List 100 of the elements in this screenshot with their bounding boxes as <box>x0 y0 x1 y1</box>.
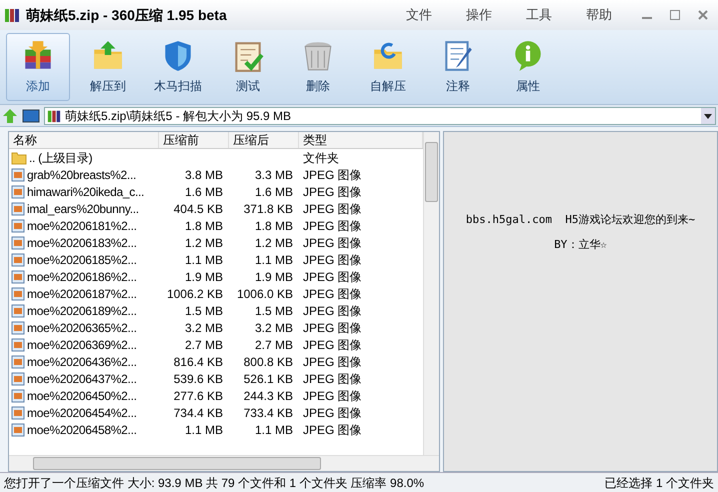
type-cell: JPEG 图像 <box>303 218 362 232</box>
file-name[interactable]: himawari%20ikeda_c... <box>27 184 144 200</box>
size-before-cell: 2.7 MB <box>184 338 223 352</box>
menu-item[interactable]: 帮助 <box>586 5 612 25</box>
file-name[interactable]: moe%20206450%2... <box>27 388 137 404</box>
size-after-cell: 1.1 MB <box>254 252 293 266</box>
size-before-cell: 816.4 KB <box>174 354 223 368</box>
size-before-cell: 3.2 MB <box>184 320 223 334</box>
image-file-icon <box>11 252 25 266</box>
size-before-cell: 1.5 MB <box>184 304 223 318</box>
file-name[interactable]: grab%20breasts%2... <box>27 166 136 182</box>
file-name[interactable]: moe%20206369%2... <box>27 336 137 352</box>
size-after-cell: 1.2 MB <box>254 236 293 250</box>
type-cell: JPEG 图像 <box>303 202 362 216</box>
toolbar-button[interactable]: 木马扫描 <box>146 33 210 101</box>
address-field[interactable]: 萌妹纸5.zip\萌妹纸5 - 解包大小为 95.9 MB <box>44 106 716 124</box>
column-header[interactable]: 压缩前 <box>159 132 229 148</box>
image-file-icon <box>11 320 25 334</box>
size-after-cell: 1006.0 KB <box>236 286 293 300</box>
toolbar-button[interactable]: 解压到 <box>76 33 140 101</box>
desktop-icon[interactable] <box>22 108 40 124</box>
size-before-cell: 734.4 KB <box>174 406 223 420</box>
file-name[interactable]: imal_ears%20bunny... <box>27 200 139 216</box>
image-file-icon <box>11 338 25 352</box>
size-after-cell: 2.7 MB <box>254 338 293 352</box>
size-after-cell: 3.2 MB <box>254 320 293 334</box>
size-before-cell: 1.2 MB <box>184 236 223 250</box>
image-file-icon <box>11 422 25 436</box>
type-cell: JPEG 图像 <box>303 372 362 386</box>
comment-text: BY：立华☆ <box>554 236 607 252</box>
size-before-cell: 1.9 MB <box>184 270 223 284</box>
vertical-scrollbar[interactable] <box>423 132 439 455</box>
status-text: 您打开了一个压缩文件 大小: 93.9 MB 共 79 个文件和 1 个文件夹 压缩率 98.0% <box>4 474 424 492</box>
size-before-cell: 1.1 MB <box>184 252 223 266</box>
file-name[interactable]: moe%20206454%2... <box>27 404 137 420</box>
size-after-cell: 3.3 MB <box>254 168 293 182</box>
menu-item[interactable]: 工具 <box>526 5 552 25</box>
file-name[interactable]: moe%20206187%2... <box>27 286 137 302</box>
archive-icon <box>4 7 20 23</box>
archive-icon <box>47 108 61 122</box>
size-before-cell: 539.6 KB <box>174 372 223 386</box>
window-title: 萌妹纸5.zip - 360压缩 1.95 beta <box>26 6 227 25</box>
image-file-icon <box>11 304 25 318</box>
toolbar-button[interactable]: 添加 <box>6 33 70 101</box>
file-name[interactable]: moe%20206183%2... <box>27 234 137 250</box>
toolbar-button[interactable]: 属性 <box>496 33 560 101</box>
file-name[interactable]: .. (上级目录) <box>29 150 92 166</box>
file-name[interactable]: moe%20206365%2... <box>27 320 137 336</box>
size-after-cell: 1.6 MB <box>254 184 293 198</box>
type-cell: 文件夹 <box>303 150 339 164</box>
file-name[interactable]: moe%20206189%2... <box>27 302 137 318</box>
file-name[interactable]: moe%20206186%2... <box>27 268 137 284</box>
image-file-icon <box>11 406 25 420</box>
toolbar-button[interactable]: 删除 <box>286 33 350 101</box>
size-after-cell: 733.4 KB <box>244 406 293 420</box>
column-header[interactable]: 名称 <box>9 132 159 148</box>
image-file-icon <box>11 388 25 402</box>
image-file-icon <box>11 286 25 300</box>
toolbar-button[interactable]: 注释 <box>426 33 490 101</box>
maximize-icon[interactable] <box>670 10 680 20</box>
toolbar-button[interactable]: 自解压 <box>356 33 420 101</box>
size-after-cell: 1.5 MB <box>254 304 293 318</box>
image-file-icon <box>11 236 25 250</box>
close-icon[interactable] <box>698 10 708 20</box>
image-file-icon <box>11 354 25 368</box>
size-before-cell: 404.5 KB <box>174 202 223 216</box>
column-header[interactable]: 压缩后 <box>229 132 299 148</box>
file-name[interactable]: moe%20206436%2... <box>27 354 137 370</box>
dropdown-icon[interactable] <box>701 108 715 124</box>
comment-text: bbs.h5gal.com H5游戏论坛欢迎您的到来~ <box>466 212 696 228</box>
type-cell: JPEG 图像 <box>303 304 362 318</box>
menu-item[interactable]: 文件 <box>406 5 432 25</box>
type-cell: JPEG 图像 <box>303 320 362 334</box>
image-file-icon <box>11 270 25 284</box>
menu-item[interactable]: 操作 <box>466 5 492 25</box>
size-before-cell: 1.8 MB <box>184 218 223 232</box>
type-cell: JPEG 图像 <box>303 168 362 182</box>
file-name[interactable]: moe%20206185%2... <box>27 252 137 268</box>
size-after-cell: 526.1 KB <box>244 372 293 386</box>
image-file-icon <box>11 202 25 216</box>
size-after-cell: 371.8 KB <box>244 202 293 216</box>
file-name[interactable]: moe%20206458%2... <box>27 422 137 438</box>
size-after-cell: 1.1 MB <box>254 422 293 436</box>
size-before-cell: 277.6 KB <box>174 388 223 402</box>
type-cell: JPEG 图像 <box>303 236 362 250</box>
size-before-cell: 1006.2 KB <box>166 286 223 300</box>
image-file-icon <box>11 372 25 386</box>
file-name[interactable]: moe%20206181%2... <box>27 218 137 234</box>
up-arrow-icon[interactable] <box>2 108 18 124</box>
file-name[interactable]: moe%20206437%2... <box>27 370 137 386</box>
type-cell: JPEG 图像 <box>303 270 362 284</box>
horizontal-scrollbar[interactable] <box>9 455 439 471</box>
selection-status-text: 已经选择 1 个文件夹 <box>604 474 714 492</box>
toolbar-button[interactable]: 测试 <box>216 33 280 101</box>
image-file-icon <box>11 218 25 232</box>
image-file-icon <box>11 168 25 182</box>
type-cell: JPEG 图像 <box>303 338 362 352</box>
type-cell: JPEG 图像 <box>303 184 362 198</box>
path-text: 萌妹纸5.zip\萌妹纸5 - 解包大小为 95.9 MB <box>65 108 292 124</box>
size-before-cell: 3.8 MB <box>184 168 223 182</box>
